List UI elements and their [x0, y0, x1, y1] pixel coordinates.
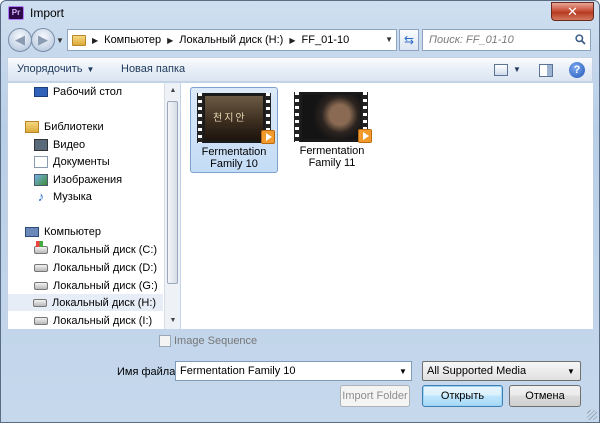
change-view-icon[interactable]	[494, 64, 508, 76]
sidebar-item-documents[interactable]: Документы	[34, 153, 110, 170]
sidebar-item-label: Документы	[53, 155, 110, 168]
command-toolbar: Упорядочить ▼ Новая папка ▼ ?	[7, 57, 593, 82]
file-name: Fermentation Family 11	[299, 145, 365, 169]
scroll-down-icon[interactable]: ▼	[165, 313, 181, 329]
sidebar-item-music[interactable]: ♪ Музыка	[34, 188, 92, 205]
resize-grip-icon[interactable]	[587, 410, 597, 420]
sidebar-item-label: Локальный диск (C:)	[53, 243, 158, 256]
video-library-icon	[34, 138, 48, 151]
file-list[interactable]: 천지안 Fermentation Family 10 Fermentation …	[181, 83, 593, 329]
sidebar-item-label: Библиотеки	[44, 120, 104, 133]
breadcrumb-computer[interactable]: Компьютер	[104, 34, 161, 46]
breadcrumb-drive-h[interactable]: Локальный диск (H:)	[179, 34, 283, 46]
search-box[interactable]: Поиск: FF_01-10	[422, 29, 591, 51]
import-folder-button[interactable]: Import Folder	[340, 385, 410, 407]
chevron-down-icon[interactable]: ▼	[567, 367, 575, 376]
cancel-button[interactable]: Отмена	[509, 385, 581, 407]
sidebar-item-drive-g[interactable]: Локальный диск (G:)	[34, 277, 158, 294]
sidebar-item-label: Рабочий стол	[53, 85, 123, 98]
desktop-icon	[34, 86, 48, 97]
drive-icon	[34, 316, 48, 325]
search-icon[interactable]	[575, 34, 586, 45]
sidebar-item-video[interactable]: Видео	[34, 136, 85, 153]
address-bar[interactable]: ▶ Компьютер ▶ Локальный диск (H:) ▶ FF_0…	[67, 29, 397, 51]
sidebar-item-drive-i[interactable]: Локальный диск (I:)	[34, 312, 152, 329]
navigation-scrollbar[interactable]: ▲ ▼	[164, 83, 180, 329]
title-bar[interactable]: Pr Import ✕	[1, 1, 599, 25]
preview-pane-icon[interactable]	[539, 64, 553, 77]
recent-locations-dropdown[interactable]: ▼	[56, 36, 64, 45]
sidebar-item-label: Локальный диск (D:)	[53, 261, 158, 274]
open-button[interactable]: Открыть	[422, 385, 503, 407]
back-button[interactable]: ◀	[8, 28, 32, 52]
close-button[interactable]: ✕	[551, 2, 594, 21]
chevron-down-icon[interactable]: ▼	[399, 367, 407, 376]
sidebar-item-drive-c[interactable]: Локальный диск (C:)	[34, 240, 158, 258]
organize-menu[interactable]: Упорядочить ▼	[17, 63, 94, 75]
sidebar-item-label: Локальный диск (G:)	[53, 279, 158, 292]
premiere-app-icon: Pr	[8, 6, 24, 20]
refresh-button[interactable]: ⇆	[399, 29, 419, 51]
chevron-down-icon: ▼	[86, 65, 95, 74]
video-thumbnail: 천지안	[197, 93, 271, 143]
search-input[interactable]: Поиск: FF_01-10	[429, 34, 514, 46]
filename-field[interactable]	[175, 361, 412, 381]
window-title: Import	[30, 6, 65, 20]
file-tile[interactable]: Fermentation Family 11	[288, 87, 376, 173]
address-row: ◀ ▶ ▼ ▶ Компьютер ▶ Локальный диск (H:) …	[1, 25, 599, 55]
computer-icon	[25, 226, 39, 237]
sidebar-item-desktop[interactable]: Рабочий стол	[34, 83, 122, 100]
music-icon: ♪	[37, 188, 45, 204]
forward-button[interactable]: ▶	[31, 28, 55, 52]
help-icon[interactable]: ?	[569, 62, 585, 78]
refresh-icon: ⇆	[403, 33, 415, 47]
sidebar-item-label: Локальный диск (I:)	[53, 314, 153, 327]
folder-icon	[72, 34, 86, 46]
forward-arrow-icon: ▶	[38, 32, 48, 47]
documents-icon	[34, 155, 48, 168]
video-thumbnail	[294, 92, 368, 142]
sidebar-item-label: Компьютер	[44, 225, 101, 238]
chevron-right-icon[interactable]: ▶	[289, 36, 295, 45]
image-sequence-checkbox[interactable]	[159, 335, 171, 347]
chevron-right-icon[interactable]: ▶	[167, 36, 173, 45]
sidebar-item-pictures[interactable]: Изображения	[34, 171, 122, 188]
file-tile[interactable]: 천지안 Fermentation Family 10	[190, 87, 278, 173]
library-icon	[25, 120, 39, 133]
scroll-up-icon[interactable]: ▲	[165, 83, 181, 99]
import-dialog: Pr Import ✕ ◀ ▶ ▼ ▶ Компьютер ▶ Локальны…	[0, 0, 600, 423]
drive-icon	[34, 281, 48, 290]
back-arrow-icon: ◀	[15, 32, 25, 47]
file-type-select[interactable]: All Supported Media	[422, 361, 581, 381]
media-play-icon	[358, 129, 372, 143]
pictures-icon	[34, 173, 48, 186]
chevron-right-icon[interactable]: ▶	[92, 36, 98, 45]
new-folder-button[interactable]: Новая папка	[121, 63, 185, 75]
drive-icon	[34, 263, 48, 272]
sidebar-item-label: Локальный диск (H:)	[52, 296, 157, 309]
drive-icon	[33, 298, 47, 307]
sidebar-item-computer[interactable]: Компьютер	[25, 223, 101, 240]
scrollbar-thumb[interactable]	[167, 101, 178, 284]
file-name: Fermentation Family 10	[201, 146, 267, 170]
address-dropdown-icon[interactable]: ▼	[385, 35, 393, 44]
view-options-dropdown[interactable]: ▼	[513, 65, 521, 74]
sidebar-item-label: Изображения	[53, 173, 123, 186]
sidebar-item-drive-h[interactable]: Локальный диск (H:)	[8, 294, 163, 311]
thumbnail-caption: 천지안	[213, 113, 247, 124]
sidebar-item-libraries[interactable]: Библиотеки	[25, 118, 104, 135]
sidebar-item-label: Видео	[53, 138, 86, 151]
image-sequence-label: Image Sequence	[174, 335, 258, 347]
sidebar-item-label: Музыка	[53, 190, 92, 203]
media-play-icon	[261, 130, 275, 144]
system-drive-icon	[34, 240, 48, 254]
breadcrumb-folder[interactable]: FF_01-10	[302, 34, 350, 46]
navigation-pane: Рабочий стол Библиотеки Видео Документы …	[7, 83, 164, 329]
sidebar-item-drive-d[interactable]: Локальный диск (D:)	[34, 259, 157, 276]
filename-label: Имя файла:	[117, 366, 179, 378]
organize-label: Упорядочить	[17, 63, 83, 75]
